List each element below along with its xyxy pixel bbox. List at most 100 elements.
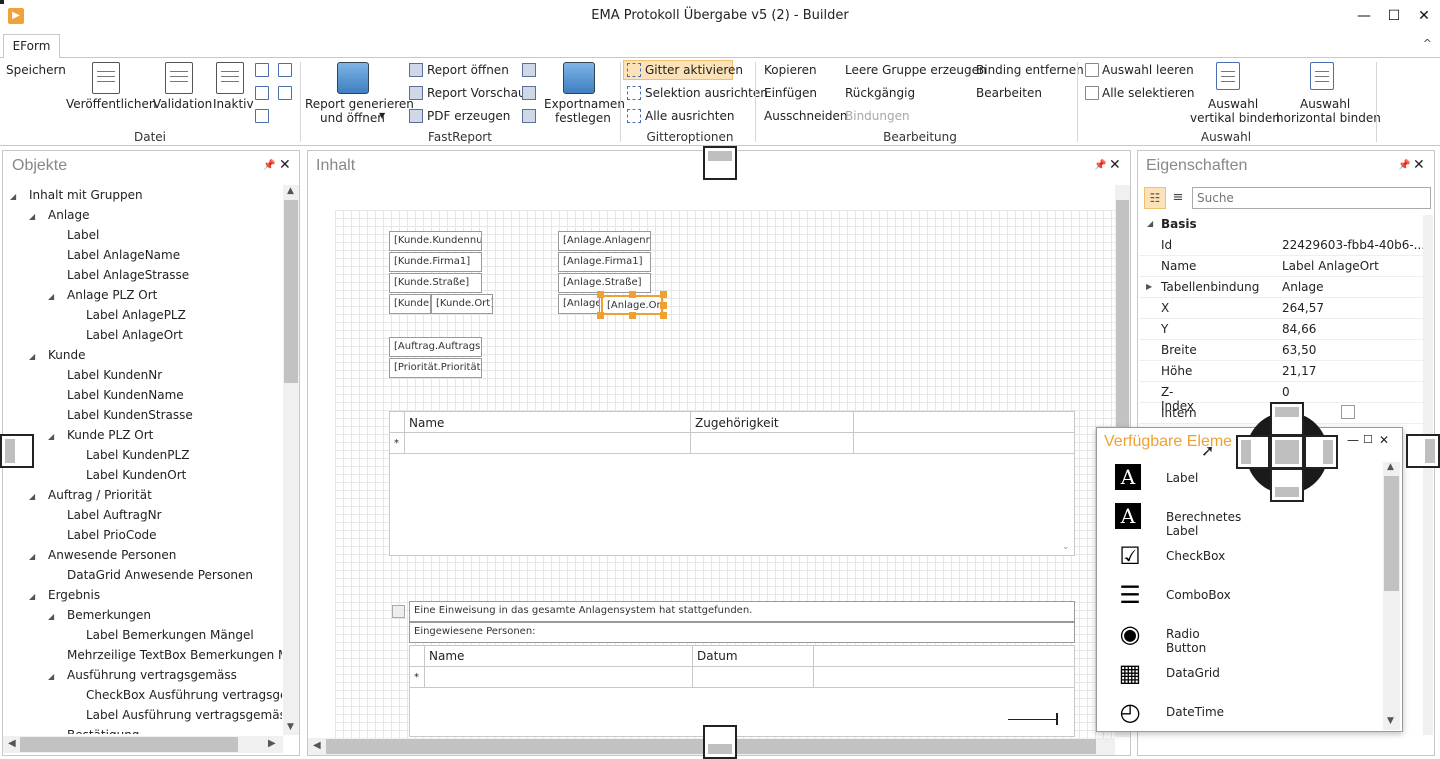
tree-item[interactable]: Label KundenNr xyxy=(10,365,282,385)
element-type-label[interactable]: DateTime xyxy=(1166,705,1224,719)
panel-close-icon[interactable]: ✕ xyxy=(1413,157,1425,173)
tree-hscroll-thumb[interactable] xyxy=(20,737,238,752)
field-kunde-kundennummer[interactable]: [Kunde.Kundennummer] xyxy=(389,231,482,251)
resize-handle[interactable] xyxy=(597,291,604,298)
resize-handle[interactable] xyxy=(629,312,636,319)
grid1-scroll-down-icon[interactable]: ⌄ xyxy=(1062,542,1070,552)
field-anlage-strasse[interactable]: [Anlage.Straße] xyxy=(558,273,651,293)
panel-close-icon[interactable]: ✕ xyxy=(1109,157,1121,173)
tree-item[interactable]: ◢ Anwesende Personen xyxy=(10,545,282,565)
ausschneiden-button[interactable]: Ausschneiden xyxy=(764,109,847,123)
maximize-button[interactable]: ☐ xyxy=(1380,4,1408,28)
validation-button[interactable]: Validation xyxy=(153,97,212,111)
leere-gruppe-button[interactable]: Leere Gruppe erzeugen xyxy=(845,63,987,77)
bindungen-button[interactable]: Bindungen xyxy=(845,109,910,123)
pin-icon[interactable]: 📌 xyxy=(1094,160,1106,171)
dock-edge-right[interactable] xyxy=(1406,434,1440,468)
einfuegen-button[interactable]: Einfügen xyxy=(764,86,817,100)
tree-item[interactable]: ◢ Inhalt mit Gruppen xyxy=(10,185,282,205)
property-value[interactable]: Anlage xyxy=(1282,280,1324,294)
dock-edge-left[interactable] xyxy=(0,434,34,468)
float-maximize-icon[interactable]: ☐ xyxy=(1363,433,1373,446)
tree-item[interactable]: Label AnlageOrt xyxy=(10,325,282,345)
fastreport-small-icon-2[interactable] xyxy=(522,86,536,100)
tree-item[interactable]: ◢ Auftrag / Priorität xyxy=(10,485,282,505)
tree-item[interactable]: Label Ausführung vertragsgemäss xyxy=(10,705,282,725)
close-button[interactable]: ✕ xyxy=(1410,4,1438,28)
tree-item[interactable]: Label Bemerkungen Mängel xyxy=(10,625,282,645)
tree-item[interactable]: CheckBox Ausführung vertragsgemäss xyxy=(10,685,282,705)
resize-handle[interactable] xyxy=(660,291,667,298)
tree-expand-icon[interactable]: ◢ xyxy=(48,427,67,447)
float-close-icon[interactable]: ✕ xyxy=(1379,433,1389,447)
tree-item[interactable]: DataGrid Anwesende Personen xyxy=(10,565,282,585)
tree-item[interactable]: Label PrioCode xyxy=(10,525,282,545)
doc-left-icon[interactable] xyxy=(255,86,269,100)
doc-right-icon[interactable] xyxy=(278,86,292,100)
property-value[interactable]: 84,66 xyxy=(1282,322,1316,336)
intern-checkbox[interactable] xyxy=(1341,405,1355,419)
tree-expand-icon[interactable]: ◢ xyxy=(48,607,67,627)
report-oeffnen-button[interactable]: Report öffnen xyxy=(427,63,509,77)
pdf-erzeugen-button[interactable]: PDF erzeugen xyxy=(427,109,510,123)
dropdown-arrow-icon[interactable]: ▼ xyxy=(379,111,385,120)
expand-tabellenbindung-icon[interactable]: ▶ xyxy=(1146,282,1152,291)
einweisung-checkbox[interactable] xyxy=(392,605,405,618)
tree-item[interactable]: ◢ Ausführung vertragsgemäss xyxy=(10,665,282,685)
element-type-label[interactable]: Radio Button xyxy=(1166,627,1206,655)
property-value[interactable]: 21,17 xyxy=(1282,364,1316,378)
tree-item[interactable]: ◢ Ergebnis xyxy=(10,585,282,605)
tab-eform[interactable]: EForm xyxy=(3,34,60,59)
tree-expand-icon[interactable]: ◢ xyxy=(29,487,48,507)
scroll-up-icon[interactable]: ▲ xyxy=(1387,462,1394,472)
tree-item[interactable]: Label xyxy=(10,225,282,245)
alle-ausrichten-button[interactable]: Alle ausrichten xyxy=(645,109,734,123)
tree-expand-icon[interactable]: ◢ xyxy=(48,727,67,734)
category-collapse-icon[interactable]: ◢ xyxy=(1147,219,1153,228)
export-icon[interactable] xyxy=(278,63,292,77)
exportnamen-button[interactable]: Exportnamen xyxy=(544,97,625,111)
tree-item[interactable]: Label KundenOrt xyxy=(10,465,282,485)
binding-entfernen-button[interactable]: Binding entfernen xyxy=(976,63,1084,77)
field-anlage-firma1[interactable]: [Anlage.Firma1] xyxy=(558,252,651,272)
dock-left-target[interactable] xyxy=(1236,435,1270,469)
tree-item[interactable]: Label KundenName xyxy=(10,385,282,405)
import-icon[interactable] xyxy=(255,63,269,77)
scroll-up-icon[interactable]: ▲ xyxy=(287,186,294,196)
pin-icon[interactable]: 📌 xyxy=(1398,160,1410,171)
tree-expand-icon[interactable]: ◢ xyxy=(29,587,48,607)
element-type-label[interactable]: DataGrid xyxy=(1166,666,1220,680)
dock-top-target[interactable] xyxy=(1270,402,1304,436)
dock-center-target[interactable] xyxy=(1270,435,1304,469)
grid1-col-name[interactable]: Name xyxy=(409,416,444,430)
resize-handle[interactable] xyxy=(629,291,636,298)
speichern-button[interactable]: Speichern xyxy=(6,63,66,77)
float-minimize-icon[interactable]: — xyxy=(1347,433,1359,447)
bearbeiten-button[interactable]: Bearbeiten xyxy=(976,86,1042,100)
dock-edge-bottom[interactable] xyxy=(703,725,737,759)
resize-handle[interactable] xyxy=(660,312,667,319)
horizontal-binden-button[interactable]: Auswahl xyxy=(1300,97,1350,111)
tree-item[interactable]: Label AnlageStrasse xyxy=(10,265,282,285)
property-search-input[interactable] xyxy=(1192,187,1431,209)
property-row[interactable] xyxy=(1139,319,1423,340)
tree-expand-icon[interactable]: ◢ xyxy=(48,287,67,307)
tree-item[interactable]: Label KundenStrasse xyxy=(10,405,282,425)
tree-vscroll-thumb[interactable] xyxy=(284,200,298,383)
tree-expand-icon[interactable]: ◢ xyxy=(10,187,29,207)
field-anlage-anlagennr[interactable]: [Anlage.Anlagennr.] xyxy=(558,231,651,251)
tree-item[interactable]: Label KundenPLZ xyxy=(10,445,282,465)
vertikal-binden-button[interactable]: Auswahl xyxy=(1208,97,1258,111)
tree-item[interactable]: ◢ Kunde PLZ Ort xyxy=(10,425,282,445)
alphabetical-view-icon[interactable]: ≡ xyxy=(1170,187,1186,209)
property-value[interactable]: 63,50 xyxy=(1282,343,1316,357)
selektion-ausrichten-button[interactable]: Selektion ausrichten xyxy=(645,86,768,100)
grid2-col-datum[interactable]: Datum xyxy=(697,649,738,663)
grid2-col-name[interactable]: Name xyxy=(429,649,464,663)
kopieren-button[interactable]: Kopieren xyxy=(764,63,817,77)
element-type-label[interactable]: ComboBox xyxy=(1166,588,1231,602)
field-kunde-ort[interactable]: [Kunde.Ort] xyxy=(431,294,493,314)
tree-expand-icon[interactable]: ◢ xyxy=(29,547,48,567)
report-generieren-button[interactable]: Report generieren xyxy=(305,97,414,111)
property-value[interactable]: 0 xyxy=(1282,385,1290,399)
